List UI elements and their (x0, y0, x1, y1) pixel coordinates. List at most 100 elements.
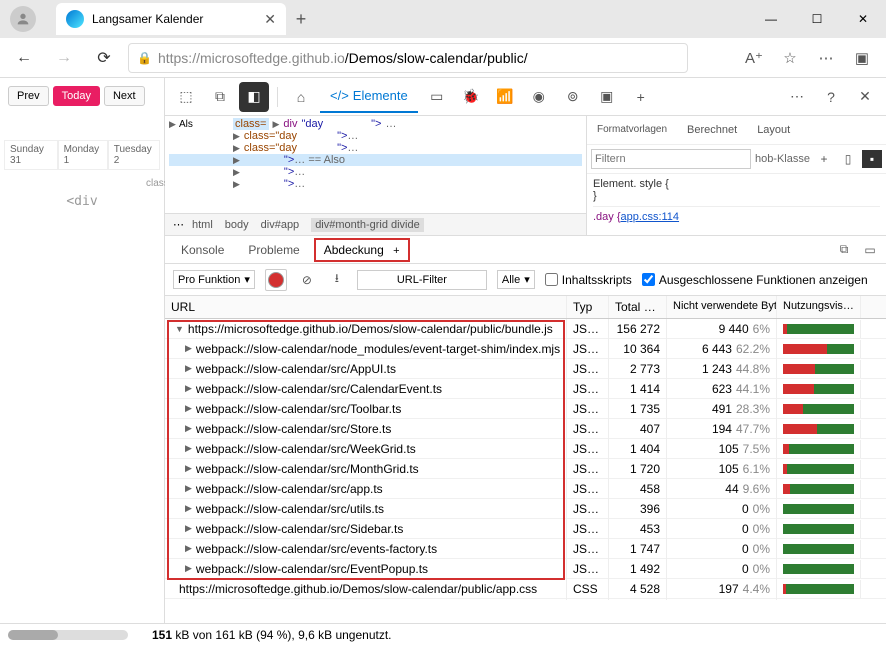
devtools-top-bar: ⬚ ⧉ ◧ ⌂ </> Elemente ▭ 🐞 📶 ◉ ⊚ ▣ + ⋯ ? ✕ (165, 78, 886, 116)
day-tabs: Sunday 31 Monday 1 Tuesday 2 (4, 140, 160, 170)
application-tool-icon[interactable]: ▣ (592, 82, 622, 112)
header-total[interactable]: Total By… (609, 296, 667, 318)
header-viz[interactable]: Nutzungsvisualisiere (777, 296, 861, 318)
coverage-table[interactable]: URL Typ Total By… Nicht verwendete Bytes… (165, 296, 886, 623)
browser-tab[interactable]: Langsamer Kalender ✕ (56, 3, 286, 35)
next-button[interactable]: Next (104, 86, 145, 106)
new-tab-button[interactable]: + (286, 4, 316, 34)
sources-tool-icon[interactable]: 🐞 (456, 82, 486, 112)
day-tab[interactable]: Monday 1 (58, 140, 108, 169)
new-rule-icon[interactable]: ▯ (838, 150, 858, 168)
edge-icon (66, 10, 84, 28)
forward-button: → (48, 42, 80, 74)
header-url[interactable]: URL (165, 296, 567, 318)
coverage-row[interactable]: ▶webpack://slow-calendar/src/AppUI.ts JS… (165, 359, 886, 379)
memory-tool-icon[interactable]: ⊚ (558, 82, 588, 112)
settings-icon[interactable]: ⋯ (782, 82, 812, 112)
content-scripts-checkbox[interactable]: Inhaltsskripts (545, 273, 632, 287)
prev-button[interactable]: Prev (8, 86, 49, 106)
url-filter-input[interactable]: URL-Filter (357, 270, 487, 290)
close-window-button[interactable]: ✕ (840, 3, 886, 35)
coverage-toolbar: Pro Funktion ▾ ⊘ ⭳ URL-Filter Alle ▾ Inh… (165, 264, 886, 296)
devtools-panel: ⬚ ⧉ ◧ ⌂ </> Elemente ▭ 🐞 📶 ◉ ⊚ ▣ + ⋯ ? ✕ (165, 78, 886, 623)
coverage-row[interactable]: ▶webpack://slow-calendar/src/events-fact… (165, 539, 886, 559)
coverage-row[interactable]: ▶webpack://slow-calendar/src/utils.ts JS… (165, 499, 886, 519)
day-tab[interactable]: Tuesday 2 (108, 140, 160, 169)
performance-tool-icon[interactable]: ◉ (524, 82, 554, 112)
coverage-row[interactable]: ▶webpack://slow-calendar/src/Sidebar.ts … (165, 519, 886, 539)
css-source-link[interactable]: app.css:114 (621, 211, 680, 223)
dock-side-icon[interactable]: ◧ (239, 82, 269, 112)
styles-tab-formatvorlagen[interactable]: Formatvorlagen (587, 120, 677, 140)
more-tools-icon[interactable]: + (626, 82, 656, 112)
favorite-icon[interactable]: ☆ (774, 42, 806, 74)
day-tab[interactable]: Sunday 31 (4, 140, 58, 169)
elements-tab[interactable]: </> Elemente (320, 80, 418, 113)
device-toggle-icon[interactable]: ⧉ (205, 82, 235, 112)
menu-icon[interactable]: ⋯ (810, 42, 842, 74)
close-devtools-icon[interactable]: ✕ (850, 82, 880, 112)
coverage-row[interactable]: ▶webpack://slow-calendar/src/MonthGrid.t… (165, 459, 886, 479)
drawer-tab-coverage[interactable]: Abdeckung + (314, 238, 410, 262)
coverage-row[interactable]: ▶webpack://slow-calendar/node_modules/ev… (165, 339, 886, 359)
user-avatar-icon[interactable] (10, 6, 36, 32)
styles-panel: Formatvorlagen Berechnet Layout hob-Klas… (586, 116, 886, 235)
code-icon: </> (330, 88, 349, 103)
hov-label[interactable]: hob-Klasse (755, 153, 810, 165)
drawer-dock-icon[interactable]: ⧉ (834, 241, 854, 259)
welcome-icon[interactable]: ⌂ (286, 82, 316, 112)
calendar-toolbar: Prev Today Next (4, 82, 160, 110)
horizontal-scrollbar[interactable] (8, 630, 128, 640)
elements-breadcrumb[interactable]: ⋯ html body div#app div#month-grid divid… (165, 213, 586, 235)
styles-rules[interactable]: Element. style { } .day {app.css:114 (587, 174, 886, 227)
coverage-row[interactable]: ▶webpack://slow-calendar/src/app.ts JS (… (165, 479, 886, 499)
coverage-all-select[interactable]: Alle ▾ (497, 270, 535, 289)
add-class-icon[interactable]: + (814, 150, 834, 168)
coverage-type-select[interactable]: Pro Funktion ▾ (173, 270, 255, 289)
header-unused[interactable]: Nicht verwendete Bytes (667, 296, 777, 318)
coverage-row[interactable]: ▶webpack://slow-calendar/src/Store.ts JS… (165, 419, 886, 439)
elements-tree[interactable]: ▶ Alsclass=▶ div "day">…▶ class="day">…▶… (165, 116, 586, 213)
chevron-down-icon: ▾ (524, 273, 530, 286)
collections-icon[interactable]: ▣ (846, 42, 878, 74)
coverage-row[interactable]: ▼https://microsoftedge.github.io/Demos/s… (165, 319, 886, 339)
coverage-row[interactable]: https://microsoftedge.github.io/Demos/sl… (165, 579, 886, 599)
drawer-tab-konsole[interactable]: Konsole (171, 238, 234, 262)
coverage-row[interactable]: ▶webpack://slow-calendar/src/CalendarEve… (165, 379, 886, 399)
status-bar: 151 kB von 161 kB (94 %), 9,6 kB ungenut… (0, 623, 886, 645)
maximize-button[interactable]: ☐ (794, 3, 840, 35)
close-tab-icon[interactable]: ✕ (264, 11, 276, 28)
url-input[interactable]: 🔒 https://microsoftedge.github.io/Demos/… (128, 43, 688, 73)
clear-icon[interactable]: ⊘ (297, 271, 317, 289)
drawer-close-icon[interactable]: ▭ (860, 241, 880, 259)
network-tool-icon[interactable]: 📶 (490, 82, 520, 112)
refresh-button[interactable]: ⟳ (88, 42, 120, 74)
export-icon[interactable]: ⭳ (327, 271, 347, 289)
today-button[interactable]: Today (53, 86, 100, 106)
styles-tabs: Formatvorlagen Berechnet Layout (587, 116, 886, 145)
drawer-tab-probleme[interactable]: Probleme (238, 238, 309, 262)
coverage-row[interactable]: ▶webpack://slow-calendar/src/WeekGrid.ts… (165, 439, 886, 459)
excluded-functions-checkbox[interactable]: Ausgeschlossene Funktionen anzeigen (642, 273, 868, 287)
computed-icon[interactable]: ▪ (862, 150, 882, 168)
inspect-element-icon[interactable]: ⬚ (171, 82, 201, 112)
minimize-button[interactable]: — (748, 3, 794, 35)
record-button[interactable] (265, 269, 287, 291)
coverage-summary: 151 kB von 161 kB (94 %), 9,6 kB ungenut… (152, 628, 392, 642)
url-text: https://microsoftedge.github.io/Demos/sl… (158, 50, 528, 66)
address-bar: ← → ⟳ 🔒 https://microsoftedge.github.io/… (0, 38, 886, 78)
styles-filter-input[interactable] (591, 149, 751, 169)
header-typ[interactable]: Typ (567, 296, 609, 318)
coverage-row[interactable]: ▶webpack://slow-calendar/src/EventPopup.… (165, 559, 886, 579)
read-aloud-icon[interactable]: A⁺ (738, 42, 770, 74)
console-tool-icon[interactable]: ▭ (422, 82, 452, 112)
help-icon[interactable]: ? (816, 82, 846, 112)
chevron-down-icon: ▾ (244, 273, 250, 286)
coverage-row[interactable]: ▶webpack://slow-calendar/src/Toolbar.ts … (165, 399, 886, 419)
page-content: Prev Today Next Sunday 31 Monday 1 Tuesd… (0, 78, 165, 623)
styles-tab-berechnet[interactable]: Berechnet (677, 120, 747, 140)
styles-tab-layout[interactable]: Layout (747, 120, 800, 140)
window-titlebar: Langsamer Kalender ✕ + — ☐ ✕ (0, 0, 886, 38)
coverage-table-header: URL Typ Total By… Nicht verwendete Bytes… (165, 296, 886, 319)
back-button[interactable]: ← (8, 42, 40, 74)
